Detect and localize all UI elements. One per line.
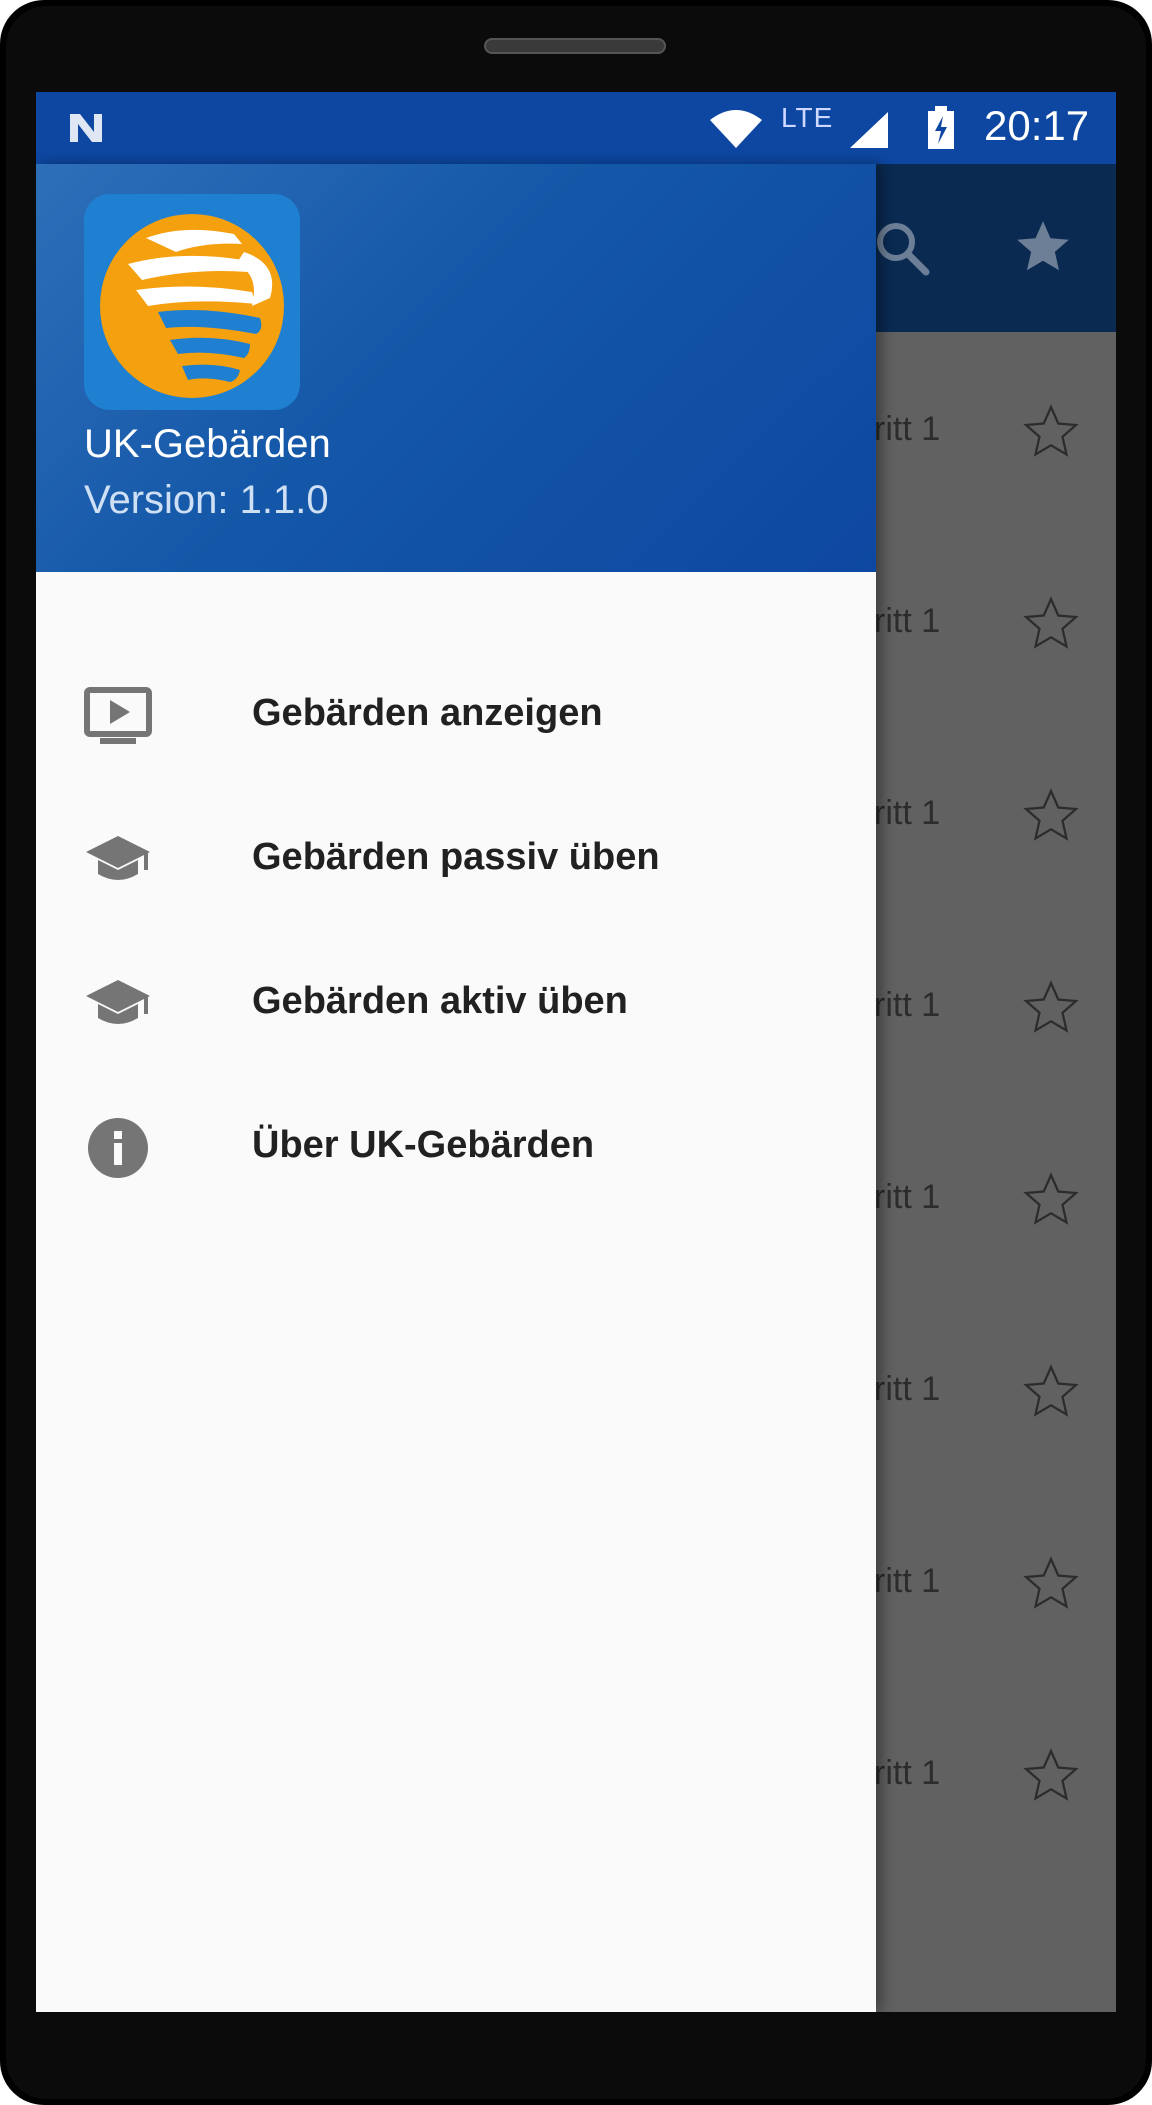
favorites-star-icon[interactable] [1012,216,1074,278]
search-icon[interactable] [874,220,930,276]
menu-item-show-signs[interactable]: Gebärden anzeigen [36,644,876,788]
battery-charging-icon [928,106,954,149]
hand-logo-icon [100,214,284,398]
list-item[interactable]: ritt 1 [874,1170,1116,1230]
star-outline-icon[interactable] [1020,402,1082,462]
play-monitor-icon [84,687,152,744]
status-bar: LTE 20:17 [36,92,1116,164]
device-speaker [484,38,666,54]
star-outline-icon[interactable] [1020,1170,1082,1230]
drawer-header: UK-Gebärden Version: 1.1.0 [36,164,876,572]
menu-item-label: Über UK-Gebärden [252,1124,595,1166]
school-cap-icon [86,836,150,880]
list-item[interactable]: ritt 1 [874,786,1116,846]
list-item[interactable]: ritt 1 [874,1362,1116,1422]
info-icon [88,1118,148,1178]
list-item[interactable]: ritt 1 [874,402,1116,462]
menu-item-practice-passive[interactable]: Gebärden passiv üben [36,788,876,932]
app-name: UK-Gebärden [84,422,331,466]
list-item-text: ritt 1 [874,410,941,448]
star-outline-icon[interactable] [1020,594,1082,654]
star-outline-icon[interactable] [1020,786,1082,846]
clock: 20:17 [984,102,1090,149]
list-item-text: ritt 1 [874,986,941,1024]
list-item-text: ritt 1 [874,602,941,640]
menu-item-label: Gebärden passiv üben [252,836,660,878]
list-item[interactable]: ritt 1 [874,978,1116,1038]
cell-signal-icon [850,112,888,148]
star-outline-icon[interactable] [1020,1362,1082,1422]
star-outline-icon[interactable] [1020,1746,1082,1806]
list-item-text: ritt 1 [874,1754,941,1792]
list-item-text: ritt 1 [874,1178,941,1216]
menu-item-practice-active[interactable]: Gebärden aktiv üben [36,932,876,1076]
list-item[interactable]: ritt 1 [874,594,1116,654]
lte-label: LTE [781,102,834,133]
list-item-text: ritt 1 [874,1562,941,1600]
screen: LTE 20:17 ritt 1 ritt 1 ritt 1 ritt 1 ri… [36,92,1116,2012]
app-logo [84,194,300,410]
wifi-icon [710,110,762,148]
app-version: Version: 1.1.0 [84,478,329,522]
star-outline-icon[interactable] [1020,978,1082,1038]
school-cap-icon [86,980,150,1024]
list-item-text: ritt 1 [874,1370,941,1408]
device-frame: LTE 20:17 ritt 1 ritt 1 ritt 1 ritt 1 ri… [0,0,1152,2105]
list-item-text: ritt 1 [874,794,941,832]
menu-item-label: Gebärden aktiv üben [252,980,628,1022]
navigation-drawer: UK-Gebärden Version: 1.1.0 Gebärden anze… [36,164,876,2012]
menu-item-label: Gebärden anzeigen [252,692,603,734]
notification-n-icon [70,114,102,142]
list-item[interactable]: ritt 1 [874,1554,1116,1614]
star-outline-icon[interactable] [1020,1554,1082,1614]
list-item[interactable]: ritt 1 [874,1746,1116,1806]
menu-item-about[interactable]: Über UK-Gebärden [36,1076,876,1220]
